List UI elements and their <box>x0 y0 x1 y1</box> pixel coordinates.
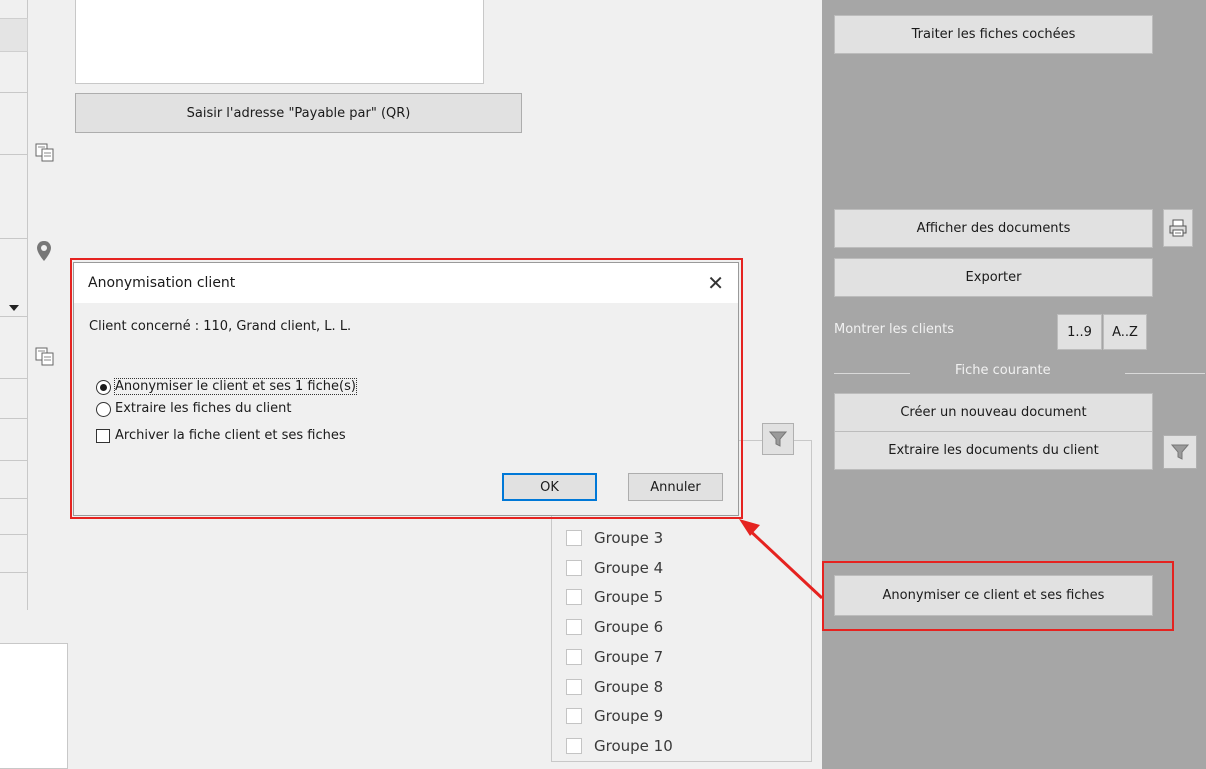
group-checkbox[interactable] <box>566 530 582 546</box>
group-label: Groupe 5 <box>594 588 664 606</box>
extract-filter-button[interactable] <box>1163 435 1197 469</box>
group-list-item[interactable]: Groupe 5 <box>566 586 663 608</box>
group-label: Groupe 7 <box>594 648 664 666</box>
group-list-item[interactable]: Groupe 4 <box>566 557 663 579</box>
group-checkbox[interactable] <box>566 560 582 576</box>
close-icon[interactable]: ✕ <box>707 271 724 295</box>
dropdown-arrow-icon[interactable] <box>8 302 20 312</box>
group-label: Groupe 3 <box>594 529 664 547</box>
group-list-item[interactable]: Groupe 6 <box>566 616 663 638</box>
group-label: Groupe 10 <box>594 737 673 755</box>
group-checkbox[interactable] <box>566 619 582 635</box>
group-label: Groupe 6 <box>594 618 664 636</box>
extract-radio[interactable] <box>96 402 111 417</box>
sort-alpha-button[interactable]: A..Z <box>1103 314 1147 350</box>
group-label: Groupe 9 <box>594 707 664 725</box>
group-list-item[interactable]: Groupe 10 <box>566 735 673 757</box>
separator-left <box>834 373 910 374</box>
process-checked-button[interactable]: Traiter les fiches cochées <box>834 15 1153 54</box>
group-checkbox[interactable] <box>566 679 582 695</box>
extract-option-label[interactable]: Extraire les fiches du client <box>115 401 291 416</box>
anonymize-option-label[interactable]: Anonymiser le client et ses 1 fiche(s) <box>114 378 357 395</box>
right-panel <box>822 0 1206 769</box>
group-list-item[interactable]: Groupe 8 <box>566 676 663 698</box>
group-list-item[interactable]: Groupe 3 <box>566 527 663 549</box>
group-checkbox[interactable] <box>566 649 582 665</box>
filter-icon <box>769 431 787 447</box>
show-documents-button[interactable]: Afficher des documents <box>834 209 1153 248</box>
left-tab-stub <box>0 18 28 52</box>
dialog-title: Anonymisation client <box>88 275 236 291</box>
copy-icon[interactable] <box>34 142 56 162</box>
separator-right <box>1125 373 1205 374</box>
group-checkbox[interactable] <box>566 708 582 724</box>
print-button[interactable] <box>1163 209 1193 247</box>
sort-numeric-button[interactable]: 1..9 <box>1057 314 1102 350</box>
anonymize-client-button[interactable]: Anonymiser ce client et ses fiches <box>834 575 1153 616</box>
filter-icon <box>1171 444 1189 460</box>
location-pin-icon[interactable] <box>36 240 52 262</box>
new-document-button[interactable]: Créer un nouveau document <box>834 393 1153 432</box>
show-clients-label: Montrer les clients <box>834 322 955 337</box>
ok-button[interactable]: OK <box>502 473 597 501</box>
group-checkbox[interactable] <box>566 738 582 754</box>
address-textbox[interactable] <box>75 0 484 84</box>
archive-checkbox[interactable] <box>96 429 110 443</box>
current-record-label: Fiche courante <box>955 363 1051 378</box>
group-label: Groupe 4 <box>594 559 664 577</box>
cancel-button[interactable]: Annuler <box>628 473 723 501</box>
copy-icon-2[interactable] <box>34 346 56 366</box>
printer-icon <box>1169 219 1187 237</box>
extract-documents-button[interactable]: Extraire les documents du client <box>834 431 1153 470</box>
group-list-item[interactable]: Groupe 7 <box>566 646 663 668</box>
anonymization-dialog: Anonymisation client ✕ Client concerné :… <box>73 262 739 516</box>
annotation-arrow <box>739 519 824 600</box>
group-filter-button[interactable] <box>762 423 794 455</box>
anonymize-radio[interactable] <box>96 380 111 395</box>
group-label: Groupe 8 <box>594 678 664 696</box>
payable-by-address-button[interactable]: Saisir l'adresse "Payable par" (QR) <box>75 93 522 133</box>
archive-option-label[interactable]: Archiver la fiche client et ses fiches <box>115 428 346 443</box>
group-checkbox[interactable] <box>566 589 582 605</box>
dialog-title-bar: Anonymisation client ✕ <box>74 263 738 303</box>
notes-textbox[interactable] <box>0 643 68 769</box>
export-button[interactable]: Exporter <box>834 258 1153 297</box>
group-list-item[interactable]: Groupe 9 <box>566 705 663 727</box>
client-info-text: Client concerné : 110, Grand client, L. … <box>89 319 352 334</box>
